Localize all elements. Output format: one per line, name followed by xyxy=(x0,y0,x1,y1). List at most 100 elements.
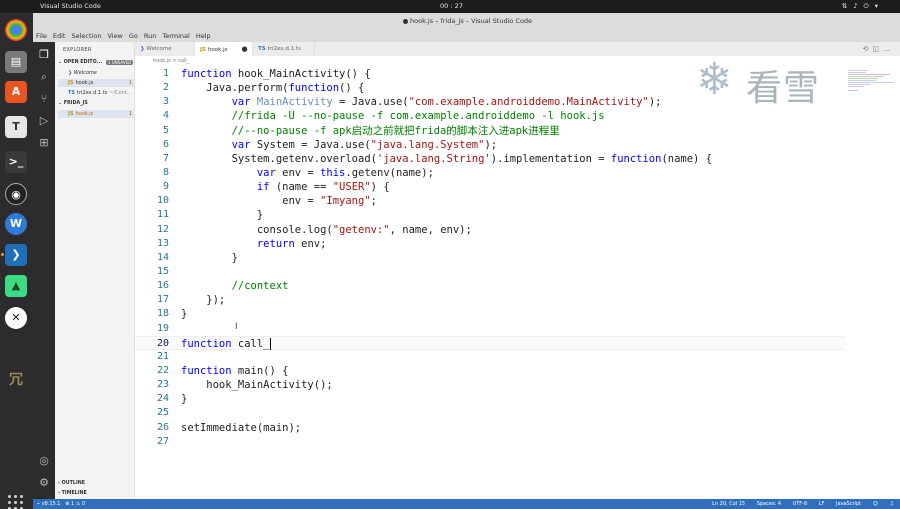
vscode-icon[interactable]: ❯ xyxy=(5,244,27,266)
code-line[interactable]: 10 env = "Imyang"; xyxy=(135,194,845,208)
code-text[interactable]: function call_ xyxy=(181,337,271,351)
obs-icon[interactable]: ◉ xyxy=(5,183,27,205)
code-text[interactable]: function hook_MainActivity() { xyxy=(181,67,371,81)
extensions-icon[interactable]: ⊞ xyxy=(37,136,51,150)
settings-gear-icon[interactable]: ⚙ xyxy=(37,476,51,490)
software-center-icon[interactable]: A xyxy=(5,81,27,103)
code-text[interactable]: hook_MainActivity(); xyxy=(181,378,332,392)
code-text[interactable]: //frida -U --no-pause -f com.example.and… xyxy=(181,109,605,123)
outline-header[interactable]: › OUTLINE xyxy=(58,481,85,486)
timeline-header[interactable]: › TIMELINE xyxy=(58,491,87,496)
active-app-name[interactable]: Visual Studio Code xyxy=(40,2,101,10)
code-line[interactable]: 25 xyxy=(135,406,845,420)
clock[interactable]: 00 : 27 xyxy=(440,2,463,10)
code-line[interactable]: 20 function call_ xyxy=(135,335,845,351)
app-icon[interactable]: 冗 xyxy=(5,369,27,391)
code-line[interactable]: 24} xyxy=(135,392,845,406)
status-problems[interactable]: ⊗ 1 ⚠ 0 xyxy=(65,501,85,507)
code-line[interactable]: 5 //--no-pause -f apk启动之前就把frida的脚本注入进ap… xyxy=(135,124,845,138)
terminal-icon[interactable]: >_ xyxy=(5,151,27,173)
feedback-icon[interactable]: ☺ xyxy=(873,501,878,507)
unsaved-dot-icon[interactable]: ● xyxy=(241,45,247,53)
open-editors-header[interactable]: ⌄ OPEN EDITO... xyxy=(58,60,102,65)
code-text[interactable]: return env; xyxy=(181,237,327,251)
files-icon[interactable]: ▤ xyxy=(5,51,27,73)
chrome-icon[interactable] xyxy=(5,19,27,41)
code-text[interactable]: Java.perform(function() { xyxy=(181,81,364,95)
network-icon[interactable]: ⇅ xyxy=(842,2,849,10)
split-editor-icon[interactable]: ◫ xyxy=(872,45,883,53)
tab-welcome[interactable]: ❯ Welcome xyxy=(135,42,195,56)
status-position[interactable]: Ln 20, Col 15 xyxy=(712,501,745,507)
code-line[interactable]: 7 System.getenv.overload('java.lang.Stri… xyxy=(135,152,845,166)
open-editor-welcome[interactable]: ❯ Welcome xyxy=(58,69,135,77)
wps-icon[interactable]: W xyxy=(5,213,27,235)
code-text[interactable]: } xyxy=(181,251,238,265)
tab-hook-js[interactable]: JS hook.js ● xyxy=(195,42,253,56)
account-icon[interactable]: ◎ xyxy=(37,454,51,468)
code-text[interactable]: } xyxy=(181,307,187,321)
open-changes-icon[interactable]: ⟲ xyxy=(863,45,873,53)
status-spaces[interactable]: Spaces: 4 xyxy=(757,501,781,507)
notifications-icon[interactable]: ♫ xyxy=(890,501,894,507)
code-text[interactable]: if (name == "USER") { xyxy=(181,180,390,194)
code-line[interactable]: 19 xyxy=(135,322,845,336)
project-header[interactable]: ⌄ FRIDA_JS xyxy=(58,101,88,106)
explorer-icon[interactable]: ❐ xyxy=(37,48,51,62)
menu-terminal[interactable]: Terminal xyxy=(159,30,192,40)
code-line[interactable]: 12 console.log("getenv:", name, env); xyxy=(135,223,845,237)
code-text[interactable]: env = "Imyang"; xyxy=(181,194,377,208)
source-control-icon[interactable]: ⑂ xyxy=(37,92,51,106)
status-language[interactable]: JavaScript xyxy=(836,501,861,507)
menu-file[interactable]: File xyxy=(33,30,50,40)
code-text[interactable]: setImmediate(main); xyxy=(181,421,301,435)
code-line[interactable]: 9 if (name == "USER") { xyxy=(135,180,845,194)
text-editor-icon[interactable]: T xyxy=(5,116,27,138)
android-studio-icon[interactable]: ▲ xyxy=(5,275,27,297)
code-text[interactable]: } xyxy=(181,208,263,222)
code-text[interactable]: }); xyxy=(181,293,225,307)
jadx-icon[interactable]: ✕ xyxy=(5,307,27,329)
menu-selection[interactable]: Selection xyxy=(68,30,104,40)
menu-run[interactable]: Run xyxy=(141,30,159,40)
run-debug-icon[interactable]: ▷ xyxy=(37,114,51,128)
code-lines[interactable]: 1 function hook_MainActivity() {2 Java.pe… xyxy=(135,67,845,449)
search-icon[interactable]: ⌕ xyxy=(37,70,51,84)
code-text[interactable]: var System = Java.use("java.lang.System"… xyxy=(181,138,498,152)
menu-go[interactable]: Go xyxy=(126,30,141,40)
window-title-bar[interactable]: hook.js – frida_js – Visual Studio Code xyxy=(33,13,900,30)
code-line[interactable]: 14 } xyxy=(135,251,845,265)
status-eol[interactable]: LF xyxy=(819,501,825,507)
tab-tri2ex[interactable]: TS tri2ex.d.1.ts xyxy=(253,42,315,56)
open-editor-tri2ex[interactable]: TS tri2ex.d.1.ts ~/Cont... xyxy=(58,89,135,97)
code-text[interactable]: //context xyxy=(181,279,289,293)
code-line[interactable]: 16 //context xyxy=(135,279,845,293)
menu-view[interactable]: View xyxy=(104,30,125,40)
system-tray[interactable]: ⇅ ♪ ⏻ ▾ xyxy=(842,2,880,11)
file-hook-js[interactable]: JS hook.js 1 xyxy=(58,110,135,118)
code-line[interactable]: 17 }); xyxy=(135,293,845,307)
menu-help[interactable]: Help xyxy=(193,30,214,40)
code-editor[interactable]: 1 function hook_MainActivity() {2 Java.pe… xyxy=(135,66,845,499)
menu-arrow-icon[interactable]: ▾ xyxy=(875,2,880,10)
code-line[interactable]: 4 //frida -U --no-pause -f com.example.a… xyxy=(135,109,845,123)
code-line[interactable]: 15 xyxy=(135,265,845,279)
code-line[interactable]: 13 return env; xyxy=(135,237,845,251)
status-branch[interactable]: v8.15.1 xyxy=(42,501,61,507)
code-text[interactable]: } xyxy=(181,392,187,406)
code-text[interactable]: var env = this.getenv(name); xyxy=(181,166,434,180)
code-line[interactable]: 23 hook_MainActivity(); xyxy=(135,378,845,392)
code-text[interactable]: //--no-pause -f apk启动之前就把frida的脚本注入进apk进… xyxy=(181,124,560,138)
code-text[interactable]: System.getenv.overload('java.lang.String… xyxy=(181,152,712,166)
code-text[interactable]: console.log("getenv:", name, env); xyxy=(181,223,472,237)
code-line[interactable]: 6 var System = Java.use("java.lang.Syste… xyxy=(135,138,845,152)
menu-edit[interactable]: Edit xyxy=(50,30,69,40)
code-text[interactable]: var MainActivity = Java.use("com.example… xyxy=(181,95,662,109)
more-actions-icon[interactable]: … xyxy=(883,45,894,53)
code-line[interactable]: 26 setImmediate(main); xyxy=(135,421,845,435)
code-line[interactable]: 11 } xyxy=(135,208,845,222)
minimap[interactable] xyxy=(845,66,900,499)
open-editor-hook-js[interactable]: JS hook.js 1 xyxy=(58,79,135,87)
code-line[interactable]: 8 var env = this.getenv(name); xyxy=(135,166,845,180)
volume-icon[interactable]: ♪ xyxy=(853,2,859,10)
